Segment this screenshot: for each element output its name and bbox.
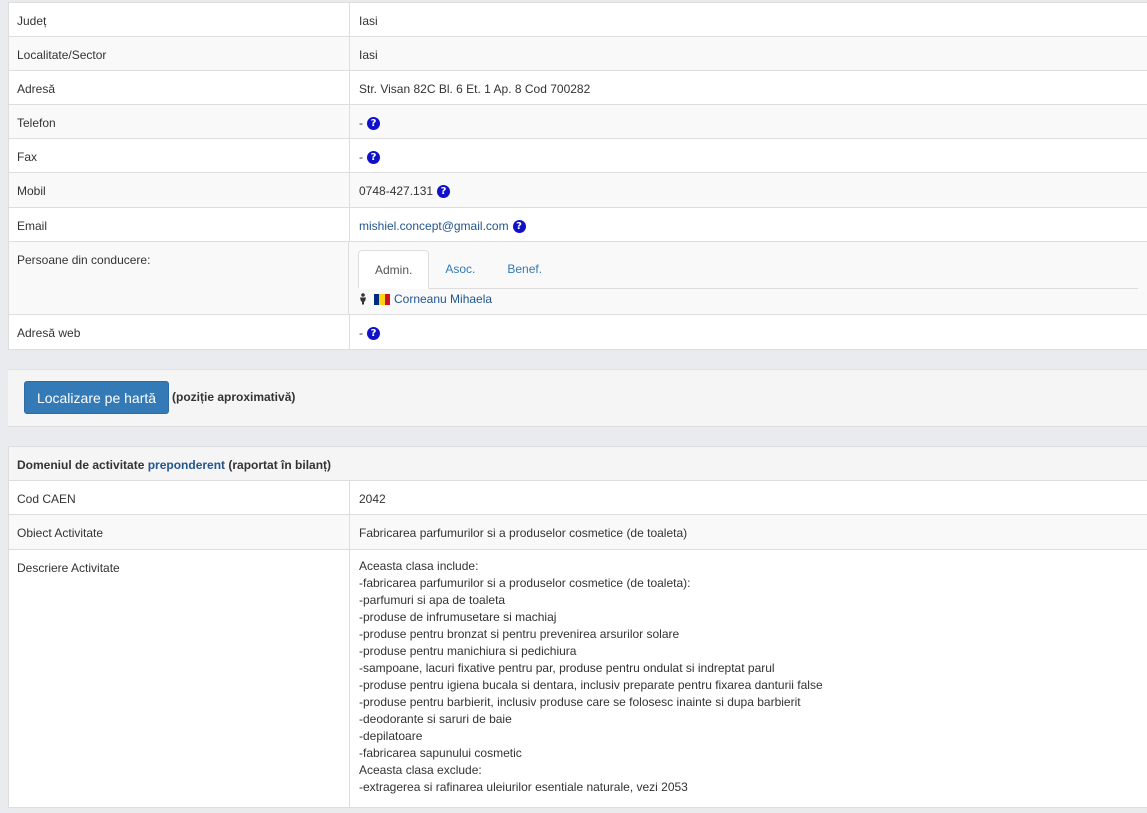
desc-line: -fabricarea sapunului cosmetic: [359, 746, 522, 760]
question-circle-icon[interactable]: ?: [367, 151, 380, 164]
row-judet: Județ Iasi: [9, 3, 1147, 37]
desc-line: -fabricarea parfumurilor si a produselor…: [359, 576, 691, 590]
desc-line: -sampoane, lacuri fixative pentru par, p…: [359, 661, 775, 675]
row-descriere: Descriere Activitate Aceasta clasa inclu…: [9, 550, 1147, 807]
activity-header-text: Domeniul de activitate preponderent (rap…: [17, 458, 332, 472]
row-fax: Fax - ?: [9, 139, 1147, 173]
value-judet: Iasi: [359, 14, 378, 28]
row-localitate: Localitate/Sector Iasi: [9, 37, 1147, 71]
row-telefon: Telefon - ?: [9, 105, 1147, 139]
question-circle-icon[interactable]: ?: [367, 327, 380, 340]
label-descriere: Descriere Activitate: [9, 550, 350, 807]
person-link[interactable]: Corneanu Mihaela: [394, 292, 492, 306]
desc-line: -produse pentru igiena bucala si dentara…: [359, 678, 823, 692]
preponderent-link[interactable]: preponderent: [148, 458, 225, 472]
telefon-value: -: [359, 116, 363, 130]
activity-table: Domeniul de activitate preponderent (rap…: [8, 446, 1147, 808]
label-cod-caen: Cod CAEN: [9, 481, 350, 514]
label-judet: Județ: [9, 3, 350, 36]
row-cod-caen: Cod CAEN 2042: [9, 481, 1147, 515]
row-adresa: Adresă Str. Visan 82C Bl. 6 Et. 1 Ap. 8 …: [9, 71, 1147, 105]
mobil-value: 0748-427.131: [359, 184, 434, 198]
romania-flag-icon: [374, 293, 390, 305]
row-mobil: Mobil 0748-427.131 ?: [9, 173, 1147, 208]
label-fax: Fax: [9, 139, 350, 172]
value-mobil: 0748-427.131 ?: [350, 173, 1147, 207]
label-adresa-web: Adresă web: [9, 315, 350, 349]
value-obiect: Fabricarea parfumurilor si a produselor …: [359, 526, 688, 540]
label-localitate: Localitate/Sector: [9, 37, 350, 70]
email-link[interactable]: mishiel.concept@gmail.com: [359, 219, 509, 233]
label-mobil: Mobil: [9, 173, 350, 207]
tab-asoc[interactable]: Asoc.: [429, 250, 491, 288]
desc-line: -deodorante si saruri de baie: [359, 712, 512, 726]
map-approx-note: (poziție aproximativă): [172, 390, 296, 404]
value-adresa: Str. Visan 82C Bl. 6 Et. 1 Ap. 8 Cod 700…: [359, 82, 591, 96]
desc-line: -extragerea si rafinarea uleiurilor esen…: [359, 780, 688, 794]
desc-line: -produse pentru barbierit, inclusiv prod…: [359, 695, 801, 709]
desc-line: Aceasta clasa include:: [359, 559, 479, 573]
desc-line: -produse pentru manichiura si pedichiura: [359, 644, 577, 658]
question-circle-icon[interactable]: ?: [367, 117, 380, 130]
desc-line: -parfumuri si apa de toaleta: [359, 593, 506, 607]
person-icon: [360, 293, 366, 305]
label-persoane: Persoane din conducere:: [9, 242, 349, 314]
value-telefon: - ?: [350, 105, 1147, 138]
value-fax: - ?: [350, 139, 1147, 172]
row-adresa-web: Adresă web - ?: [9, 315, 1147, 349]
label-telefon: Telefon: [9, 105, 350, 138]
question-circle-icon[interactable]: ?: [512, 220, 526, 233]
row-persoane: Persoane din conducere: Admin. Asoc. Ben…: [9, 242, 1147, 315]
map-panel: Localizare pe hartă (poziție aproximativ…: [8, 369, 1147, 427]
label-adresa: Adresă: [9, 71, 350, 104]
person-entry: Corneanu Mihaela: [358, 292, 492, 306]
desc-line: Aceasta clasa exclude:: [359, 763, 482, 777]
management-tabs: Admin. Asoc. Benef.: [358, 250, 1138, 289]
value-localitate: Iasi: [359, 48, 378, 62]
tab-benef[interactable]: Benef.: [491, 250, 558, 288]
desc-line: -produse de infrumusetare si machiaj: [359, 610, 557, 624]
activity-header: Domeniul de activitate preponderent (rap…: [9, 447, 1147, 481]
value-adresa-web: - ?: [350, 315, 1147, 349]
label-email: Email: [9, 208, 350, 241]
web-value: -: [359, 326, 363, 340]
label-obiect: Obiect Activitate: [9, 515, 350, 549]
map-location-button[interactable]: Localizare pe hartă: [24, 381, 169, 414]
desc-line: -depilatoare: [359, 729, 423, 743]
fax-value: -: [359, 150, 363, 164]
value-persoane: Admin. Asoc. Benef. Corneanu Mihaela: [349, 242, 1147, 314]
row-email: Email mishiel.concept@gmail.com ?: [9, 208, 1147, 242]
value-email: mishiel.concept@gmail.com ?: [350, 208, 1147, 241]
question-circle-icon[interactable]: ?: [437, 185, 451, 198]
value-cod-caen: 2042: [359, 492, 386, 506]
company-details-table: Județ Iasi Localitate/Sector Iasi Adresă…: [8, 2, 1147, 350]
value-descriere: Aceasta clasa include: -fabricarea parfu…: [350, 550, 1147, 807]
desc-line: -produse pentru bronzat si pentru preven…: [359, 627, 680, 641]
row-obiect: Obiect Activitate Fabricarea parfumurilo…: [9, 515, 1147, 550]
tab-admin[interactable]: Admin.: [358, 250, 430, 289]
